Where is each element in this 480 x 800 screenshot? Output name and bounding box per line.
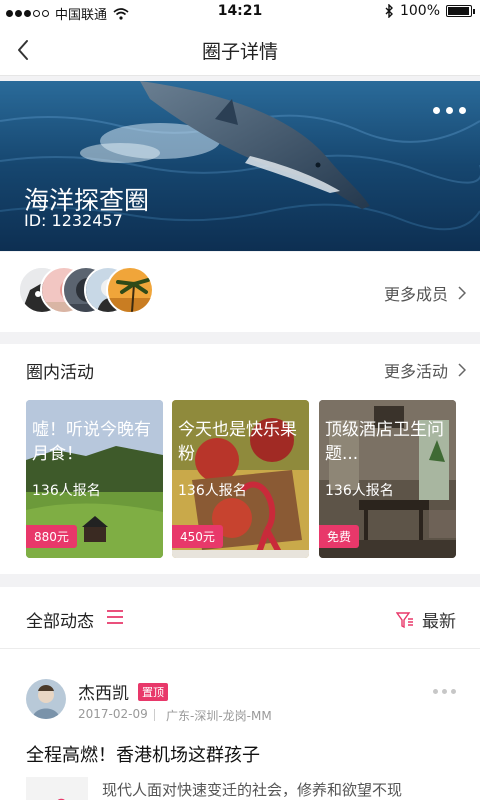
activity-card-moon[interactable]: 嘘！听说今晚有月食！ 136人报名 880元	[26, 400, 163, 558]
post-title[interactable]: 全程高燃！香港机场这群孩子	[26, 741, 260, 767]
page-title: 圈子详情	[201, 41, 278, 63]
activity-title: 顶级酒店卫生问题...	[325, 420, 444, 464]
post-thumbnail	[26, 777, 88, 800]
activity-title: 今天也是快乐果粉	[178, 420, 297, 464]
activity-price: 450元	[172, 525, 223, 548]
chevron-right-icon	[458, 286, 466, 300]
more-activities-link[interactable]: 更多活动	[384, 358, 466, 382]
feed-heading: 全部动态	[26, 612, 94, 632]
activity-count: 136人报名	[178, 483, 247, 499]
post-date: 2017-02-09	[78, 707, 148, 721]
chevron-right-icon	[458, 363, 466, 377]
nav-bar: 圈子详情	[0, 24, 480, 76]
activity-title: 嘘！听说今晚有月食！	[32, 420, 151, 464]
post-location: 广东-深圳-龙岗-MM	[166, 709, 272, 723]
activity-price: 880元	[26, 525, 77, 548]
activity-count: 136人报名	[325, 483, 394, 499]
post-more-icon[interactable]	[433, 689, 456, 694]
circle-id: ID: 1232457	[24, 211, 123, 230]
sort-newest-button[interactable]: 最新	[396, 607, 456, 632]
battery-percent: 100%	[399, 3, 440, 19]
activity-card-apple[interactable]: 今天也是快乐果粉 136人报名 450元	[172, 400, 309, 558]
pinned-badge: 置顶	[138, 683, 168, 701]
sort-label: 最新	[422, 612, 456, 632]
activity-price: 免费	[319, 525, 360, 548]
activity-card-hotel[interactable]: 顶级酒店卫生问题... 136人报名 免费	[319, 400, 456, 558]
avatar[interactable]	[26, 679, 66, 719]
feed-post[interactable]: 杰西凯 置顶 2017-02-09 广东-深圳-龙岗-MM 全程高燃！香港机场这…	[0, 649, 480, 800]
avatar	[106, 266, 154, 314]
feed-header: 全部动态 最新	[0, 587, 480, 649]
post-excerpt: 现代人面对快速变迁的社会，修养和欲望不现	[102, 781, 403, 799]
battery-icon	[446, 5, 475, 17]
status-bar: 中国联通 14:21 100%	[0, 0, 480, 24]
feed-section: 全部动态 最新 杰西凯 置顶 2017-02-09 广东-深圳-龙岗-MM 全程…	[0, 587, 480, 800]
list-menu-icon[interactable]	[106, 609, 124, 625]
post-author[interactable]: 杰西凯	[78, 679, 129, 704]
circle-activities-section: 圈内活动 更多活动 嘘！听说今晚有月食！ 136人报名 880元 今天也是快乐果…	[0, 344, 480, 574]
more-horizontal-icon[interactable]	[433, 107, 466, 114]
members-row: 更多成员	[0, 252, 480, 332]
more-members-link[interactable]: 更多成员	[384, 281, 466, 305]
bluetooth-icon	[385, 4, 393, 18]
activity-count: 136人报名	[32, 483, 101, 499]
meta-divider	[154, 709, 155, 721]
filter-icon	[396, 611, 413, 628]
more-activities-label: 更多活动	[383, 362, 448, 381]
more-members-label: 更多成员	[383, 285, 448, 304]
activities-heading: 圈内活动	[26, 363, 94, 383]
member-avatars[interactable]	[18, 266, 158, 316]
circle-banner: 海洋探查圈 ID: 1232457	[0, 81, 480, 251]
